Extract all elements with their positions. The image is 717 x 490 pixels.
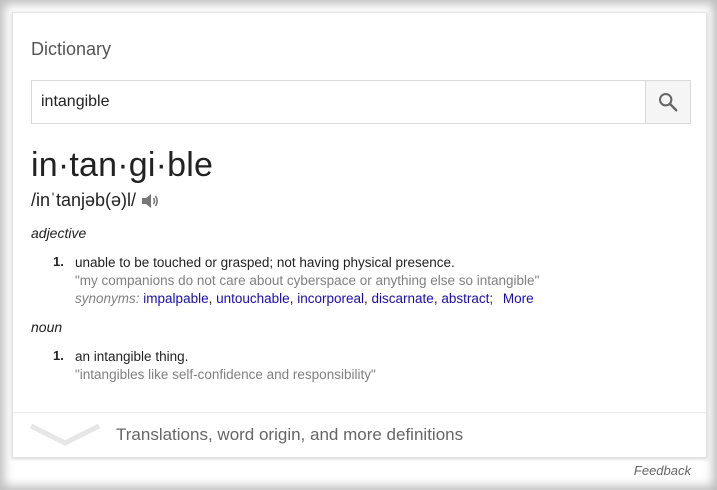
part-of-speech-noun: noun: [31, 319, 63, 335]
example: "intangibles like self-confidence and re…: [75, 367, 376, 382]
more-definitions-expander[interactable]: Translations, word origin, and more defi…: [13, 412, 706, 458]
synonym-link[interactable]: untouchable: [216, 291, 290, 306]
synonyms-label: synonyms:: [75, 291, 140, 306]
search-button[interactable]: [645, 81, 690, 123]
sense-number: 1.: [53, 348, 64, 363]
sense-number: 1.: [53, 254, 64, 269]
page: Dictionary in·tan·gi·ble /inˈtanjəb(ə)l/: [0, 0, 717, 490]
pronunciation-row: /inˈtanjəb(ə)l/: [31, 190, 159, 211]
dictionary-card: Dictionary in·tan·gi·ble /inˈtanjəb(ə)l/: [12, 12, 707, 458]
sense-item: 1. unable to be touched or grasped; not …: [53, 254, 539, 308]
search-input[interactable]: [32, 81, 645, 123]
chevron-down-icon: [29, 423, 101, 452]
synonym-link[interactable]: discarnate: [372, 291, 434, 306]
sense-body: an intangible thing. "intangibles like s…: [75, 348, 376, 384]
example: "my companions do not care about cybersp…: [75, 273, 540, 288]
part-of-speech-adjective: adjective: [31, 225, 87, 241]
speaker-icon[interactable]: [141, 193, 159, 209]
feedback-link[interactable]: Feedback: [634, 463, 691, 478]
synonyms-row: synonyms: impalpable, untouchable, incor…: [75, 291, 534, 306]
search-icon: [657, 91, 679, 113]
search-box: [31, 80, 691, 124]
card-title: Dictionary: [31, 39, 112, 59]
sense-item: 1. an intangible thing. "intangibles lik…: [53, 348, 376, 384]
headword: in·tan·gi·ble: [31, 146, 214, 184]
definition: unable to be touched or grasped; not hav…: [75, 255, 455, 270]
sense-body: unable to be touched or grasped; not hav…: [75, 254, 539, 308]
definition: an intangible thing.: [75, 349, 189, 364]
more-definitions-label: Translations, word origin, and more defi…: [116, 425, 464, 444]
synonym-link[interactable]: abstract: [441, 291, 489, 306]
pronunciation: /inˈtanjəb(ə)l/: [31, 190, 137, 210]
more-synonyms-link[interactable]: More: [503, 291, 534, 306]
synonym-link[interactable]: impalpable: [143, 291, 208, 306]
synonym-link[interactable]: incorporeal: [297, 291, 364, 306]
